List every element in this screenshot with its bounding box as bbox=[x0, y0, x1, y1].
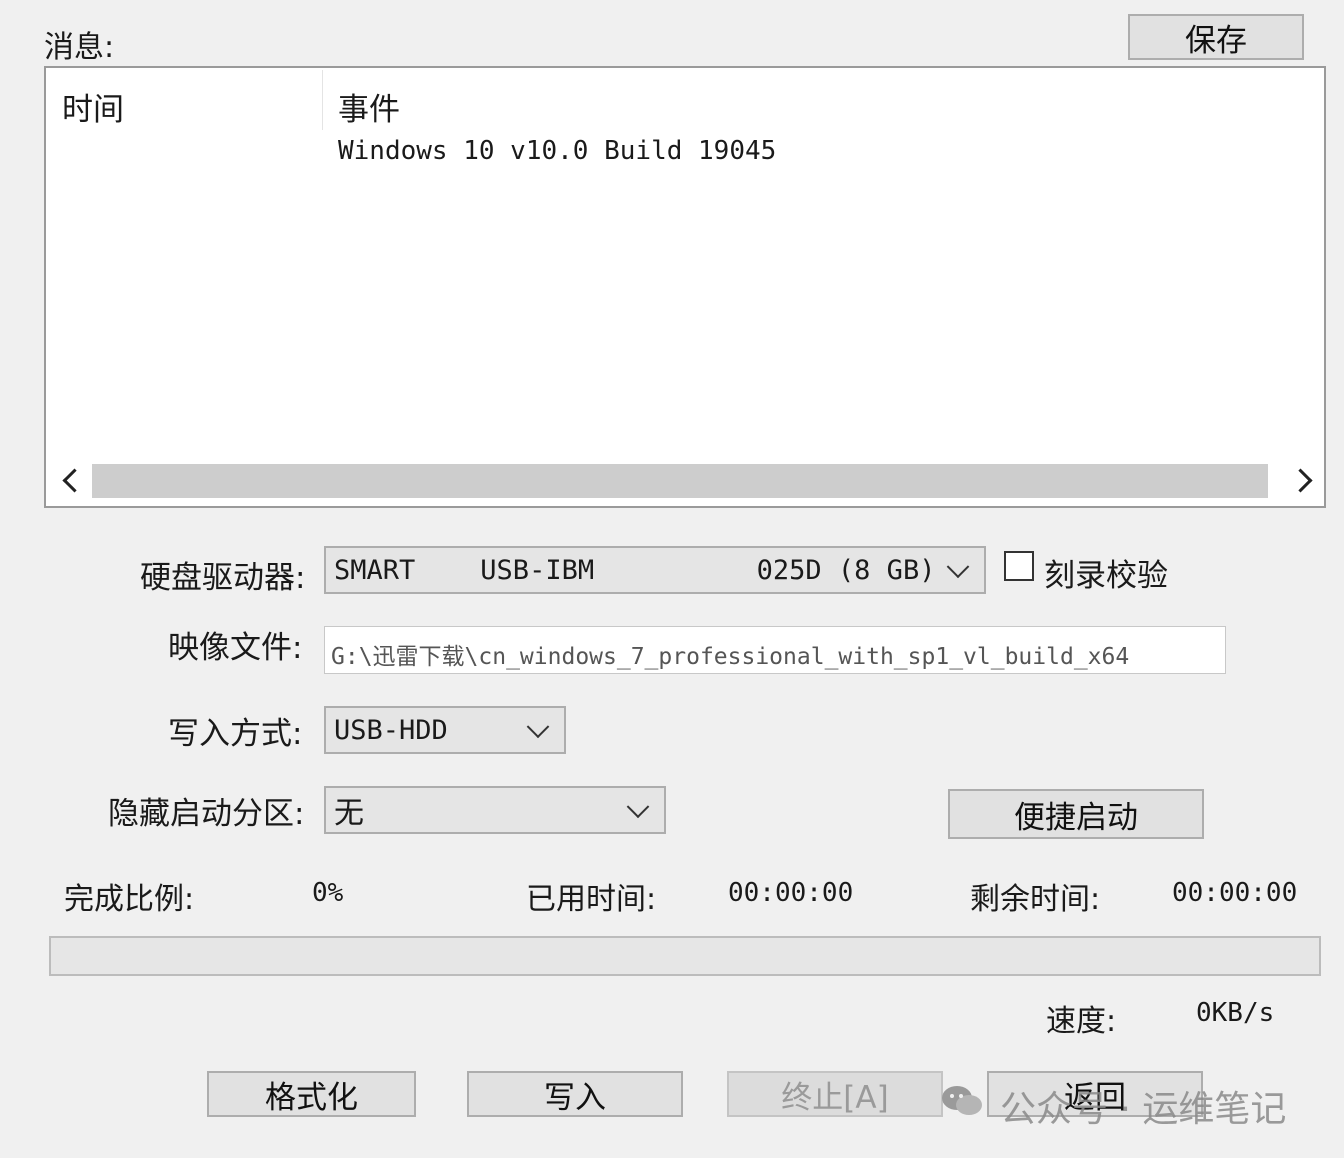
save-button[interactable]: 保存 bbox=[1128, 14, 1304, 60]
image-file-input[interactable]: G:\迅雷下载\cn_windows_7_professional_with_s… bbox=[324, 626, 1226, 674]
drive-select[interactable]: SMART USB-IBM 025D (8 GB) bbox=[324, 546, 986, 594]
progress-value: 0% bbox=[312, 878, 344, 908]
write-mode-value: USB-HDD bbox=[334, 714, 448, 746]
stop-button[interactable]: 终止[A] bbox=[727, 1071, 943, 1117]
wechat-icon bbox=[942, 1086, 982, 1115]
image-file-label: 映像文件: bbox=[168, 630, 303, 666]
horizontal-scrollbar[interactable] bbox=[92, 464, 1268, 498]
table-row-event[interactable]: Windows 10 v10.0 Build 19045 bbox=[338, 136, 776, 166]
elapsed-value: 00:00:00 bbox=[728, 878, 854, 908]
quick-start-button[interactable]: 便捷启动 bbox=[948, 789, 1204, 839]
format-button[interactable]: 格式化 bbox=[207, 1071, 416, 1117]
chevron-down-icon bbox=[946, 555, 970, 579]
hidden-partition-value: 无 bbox=[334, 796, 364, 831]
chevron-down-icon bbox=[626, 795, 650, 819]
speed-label: 速度: bbox=[1046, 1004, 1117, 1039]
elapsed-label: 已用时间: bbox=[526, 882, 657, 917]
progress-label: 完成比例: bbox=[64, 882, 195, 917]
progress-bar bbox=[49, 936, 1321, 976]
verify-checkbox[interactable] bbox=[1004, 551, 1034, 581]
hidden-partition-select[interactable]: 无 bbox=[324, 786, 666, 834]
message-list[interactable]: 时间 事件 Windows 10 v10.0 Build 19045 bbox=[44, 66, 1326, 508]
column-header-event[interactable]: 事件 bbox=[338, 84, 400, 129]
column-divider bbox=[322, 70, 323, 130]
remaining-value: 00:00:00 bbox=[1172, 878, 1298, 908]
column-header-time[interactable]: 时间 bbox=[62, 84, 124, 129]
hidden-partition-label: 隐藏启动分区: bbox=[108, 796, 305, 832]
watermark-text: 公众号 · 运维笔记 bbox=[1000, 1089, 1287, 1130]
speed-value: 0KB/s bbox=[1196, 998, 1275, 1028]
chevron-down-icon bbox=[526, 715, 550, 739]
verify-label: 刻录校验 bbox=[1044, 558, 1168, 594]
drive-select-value: SMART USB-IBM 025D (8 GB) bbox=[334, 554, 936, 586]
remaining-label: 剩余时间: bbox=[970, 882, 1101, 917]
write-mode-label: 写入方式: bbox=[168, 716, 303, 752]
messages-label: 消息: bbox=[44, 30, 115, 65]
drive-label: 硬盘驱动器: bbox=[140, 560, 306, 596]
write-button[interactable]: 写入 bbox=[467, 1071, 683, 1117]
write-mode-select[interactable]: USB-HDD bbox=[324, 706, 566, 754]
